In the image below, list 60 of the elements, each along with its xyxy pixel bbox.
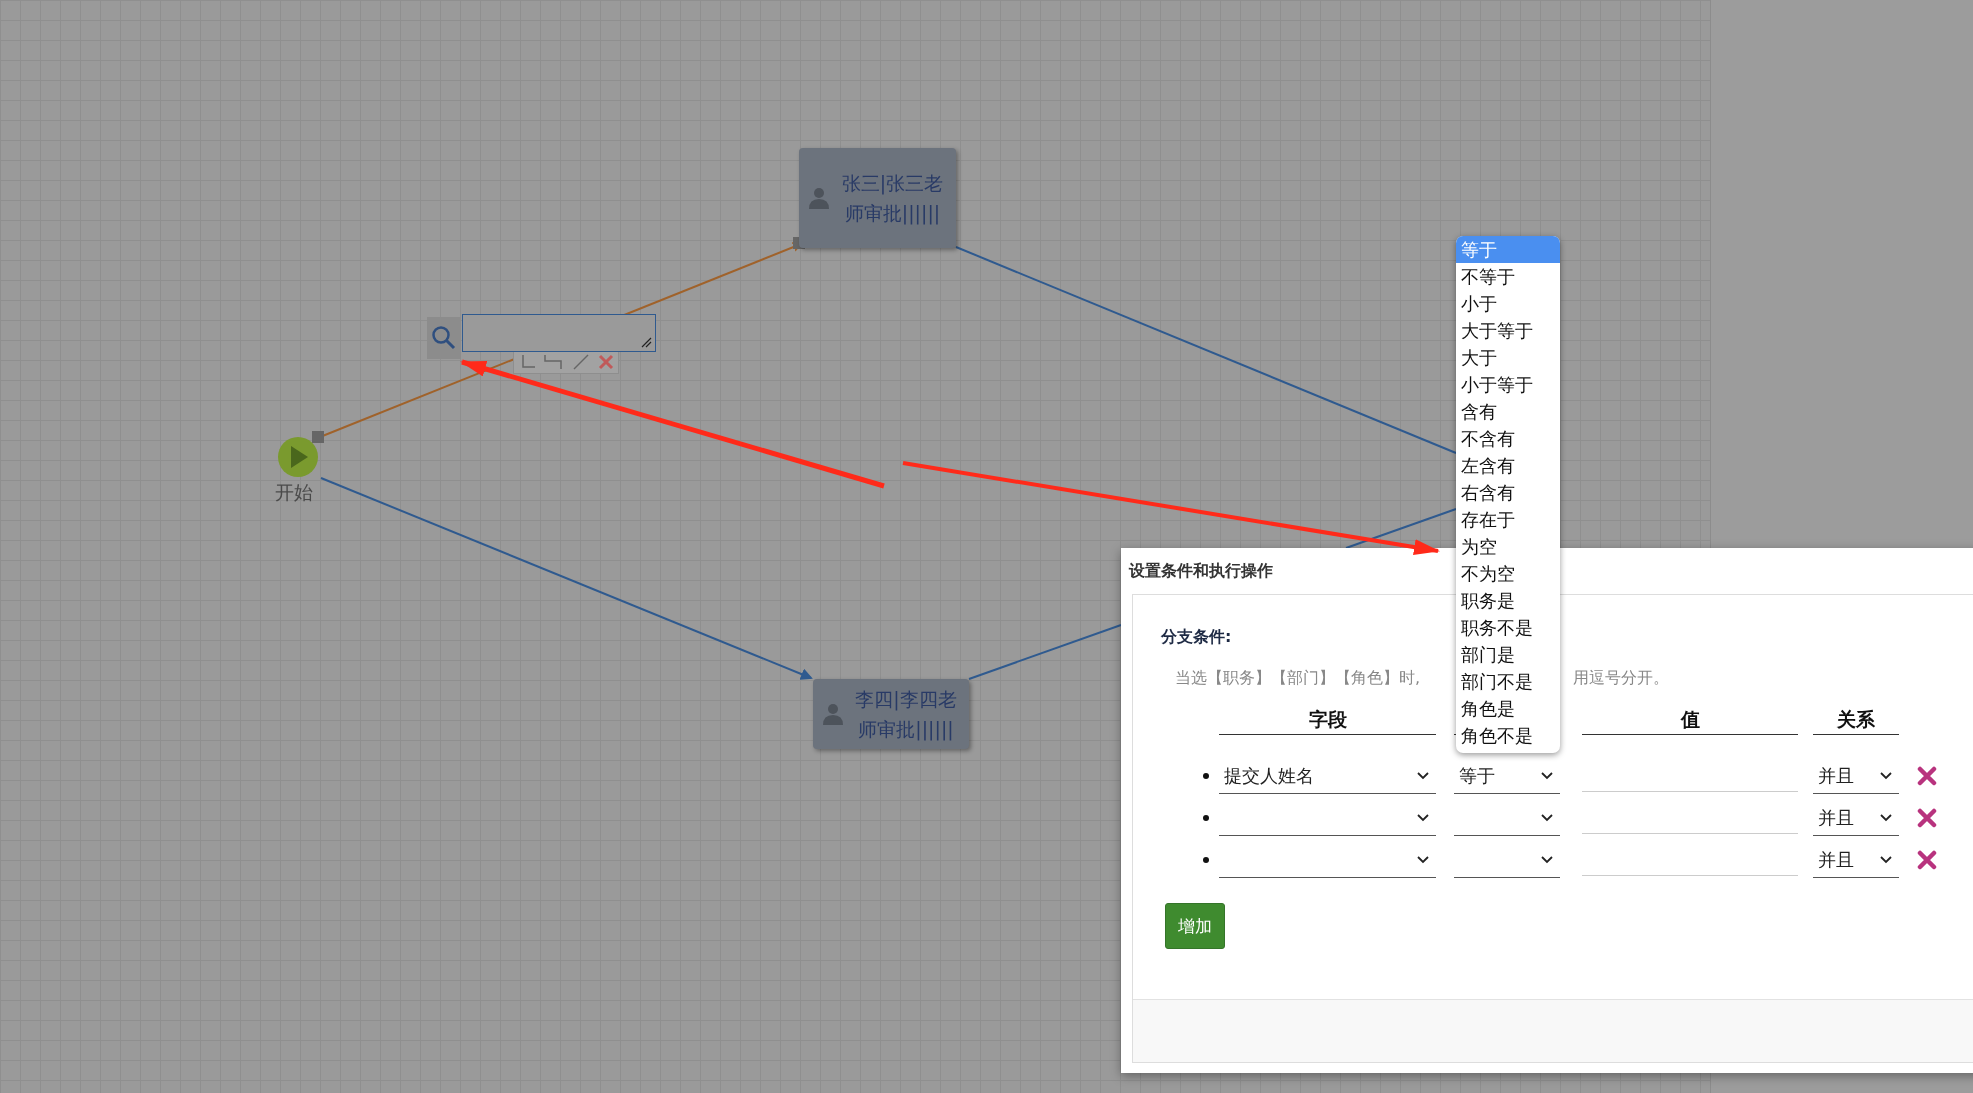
add-button[interactable]: 增加 bbox=[1165, 903, 1225, 949]
dropdown-option[interactable]: 右含有 bbox=[1456, 479, 1560, 506]
operator-select[interactable]: 等于 bbox=[1454, 758, 1560, 794]
person-icon bbox=[823, 703, 843, 725]
search-button[interactable] bbox=[427, 317, 461, 359]
delete-icon[interactable] bbox=[1917, 808, 1937, 828]
dropdown-option[interactable]: 存在于 bbox=[1456, 506, 1560, 533]
delete-icon[interactable] bbox=[1917, 766, 1937, 786]
bullet bbox=[1203, 857, 1209, 863]
dropdown-option[interactable]: 大于等于 bbox=[1456, 317, 1560, 344]
node-label: 李四|李四老师审批|||||| bbox=[854, 687, 958, 743]
bullet bbox=[1203, 773, 1209, 779]
resize-grip-icon bbox=[640, 336, 652, 348]
column-header: 关系 bbox=[1813, 707, 1899, 735]
search-icon bbox=[431, 325, 457, 351]
section-label: 分支条件: bbox=[1161, 627, 1232, 648]
dropdown-option[interactable]: 职务不是 bbox=[1456, 614, 1560, 641]
elbow-line-icon[interactable] bbox=[543, 353, 565, 371]
person-icon bbox=[809, 187, 829, 209]
dropdown-option[interactable]: 为空 bbox=[1456, 533, 1560, 560]
chevron-icon bbox=[1879, 812, 1893, 823]
dropdown-option[interactable]: 不为空 bbox=[1456, 560, 1560, 587]
dropdown-option[interactable]: 职务是 bbox=[1456, 587, 1560, 614]
chevron-icon bbox=[1879, 854, 1893, 865]
dropdown-option[interactable]: 大于 bbox=[1456, 344, 1560, 371]
relation-select[interactable]: 并且 bbox=[1813, 842, 1899, 878]
field-select[interactable]: 提交人姓名 bbox=[1219, 758, 1436, 794]
hint-text: 用逗号分开。 bbox=[1573, 668, 1669, 689]
dropdown-option[interactable]: 不等于 bbox=[1456, 263, 1560, 290]
chevron-icon bbox=[1540, 812, 1554, 823]
chevron-icon bbox=[1416, 770, 1430, 781]
node-label: 开始 bbox=[275, 480, 313, 505]
dropdown-option[interactable]: 小于等于 bbox=[1456, 371, 1560, 398]
chevron-icon bbox=[1416, 854, 1430, 865]
relation-select[interactable]: 并且 bbox=[1813, 758, 1899, 794]
dropdown-option[interactable]: 角色是 bbox=[1456, 695, 1560, 722]
dropdown-option[interactable]: 含有 bbox=[1456, 398, 1560, 425]
dropdown-option[interactable]: 部门是 bbox=[1456, 641, 1560, 668]
delete-icon[interactable] bbox=[1917, 850, 1937, 870]
play-icon bbox=[278, 437, 318, 477]
column-header: 值 bbox=[1582, 707, 1798, 735]
chevron-icon bbox=[1879, 770, 1893, 781]
dropdown-option[interactable]: 不含有 bbox=[1456, 425, 1560, 452]
dropdown-option[interactable]: 部门不是 bbox=[1456, 668, 1560, 695]
relation-select[interactable]: 并且 bbox=[1813, 800, 1899, 836]
dropdown-option[interactable]: 角色不是 bbox=[1456, 722, 1560, 749]
chevron-icon bbox=[1540, 854, 1554, 865]
column-header: 字段 bbox=[1219, 707, 1436, 735]
dialog-title: 设置条件和执行操作 bbox=[1129, 560, 1273, 582]
chevron-icon bbox=[1540, 770, 1554, 781]
chevron-icon bbox=[1416, 812, 1430, 823]
straight-line-icon[interactable] bbox=[571, 353, 591, 371]
dropdown-option[interactable]: 小于 bbox=[1456, 290, 1560, 317]
label-field[interactable] bbox=[462, 314, 656, 352]
hint-text: 当选【职务】【部门】【角色】时, bbox=[1175, 668, 1422, 689]
start-node[interactable] bbox=[278, 437, 318, 477]
connection-handle[interactable] bbox=[312, 431, 324, 443]
node-label: 张三|张三老师审批|||||| bbox=[840, 171, 945, 227]
bullet bbox=[1203, 815, 1209, 821]
dropdown-option[interactable]: 左含有 bbox=[1456, 452, 1560, 479]
